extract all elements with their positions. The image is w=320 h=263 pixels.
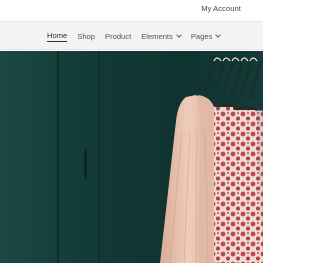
chevron-down-icon <box>176 32 182 38</box>
top-bar: My Account <box>0 0 263 17</box>
nav-item-label: Elements <box>141 32 173 41</box>
wall-seam <box>57 51 59 263</box>
nav-item-pages[interactable]: Pages <box>190 31 222 42</box>
clothes-rack-photo <box>0 51 263 263</box>
nav-item-elements[interactable]: Elements <box>141 31 182 42</box>
nav-item-label: Home <box>47 31 68 40</box>
wall-seam <box>98 51 100 263</box>
my-account-link[interactable]: My Account <box>201 4 241 13</box>
door-handle <box>84 149 87 179</box>
nav-item-label: Pages <box>190 32 213 41</box>
nav-item-label: Shop <box>77 32 96 41</box>
hero-banner <box>0 51 263 263</box>
nav-item-label: Product <box>105 32 132 41</box>
nav-item-product[interactable]: Product <box>105 31 131 42</box>
floral-dress <box>250 110 263 263</box>
nav-item-shop[interactable]: Shop <box>77 31 95 42</box>
chevron-down-icon <box>215 32 222 38</box>
nav-item-home[interactable]: Home <box>47 31 68 42</box>
nav-menu: Home Shop Product Elements Pages <box>47 31 230 42</box>
main-navigation: Home Shop Product Elements Pages <box>0 21 263 50</box>
